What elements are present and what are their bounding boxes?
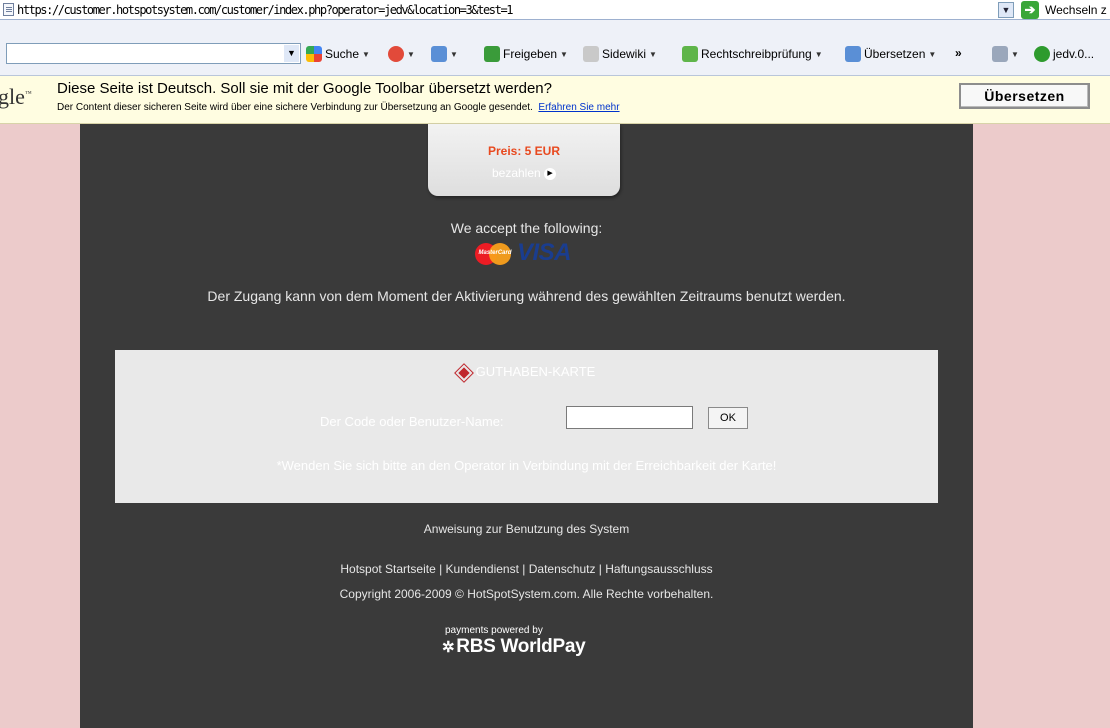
learn-more-link[interactable]: Erfahren Sie mehr bbox=[538, 102, 619, 113]
accept-text: We accept the following: bbox=[450, 220, 603, 236]
account-status-icon bbox=[1034, 46, 1050, 62]
toolbar-account-label: jedv.0... bbox=[1053, 47, 1095, 61]
toolbar-search-input[interactable]: ▼ bbox=[6, 43, 301, 64]
translate-button[interactable]: Übersetzen bbox=[959, 83, 1090, 109]
toolbar-search-button[interactable]: Suche ▼ bbox=[306, 46, 370, 62]
chevron-down-icon: ▼ bbox=[649, 49, 657, 59]
rbs-mark-icon: ✲ bbox=[442, 639, 455, 656]
chevron-down-icon: ▼ bbox=[407, 49, 415, 59]
toolbar-share-label: Freigeben bbox=[503, 47, 558, 61]
toolbar-sidewiki-button[interactable]: Sidewiki ▼ bbox=[583, 46, 657, 62]
visa-logo: VISA bbox=[517, 239, 572, 266]
address-bar: https://customer.hotspotsystem.com/custo… bbox=[0, 0, 1110, 20]
toolbar-account-button[interactable]: jedv.0... bbox=[1034, 46, 1094, 62]
chevron-down-icon: ▼ bbox=[814, 49, 823, 59]
content-panel: Preis: 5 EUR bezahlen ▶ We accept the fo… bbox=[80, 124, 973, 728]
url-dropdown-button[interactable]: ▼ bbox=[998, 2, 1014, 18]
card-logos: MasterCard VISA bbox=[475, 239, 585, 266]
footer-link-disclaimer[interactable]: Haftungsausschluss bbox=[605, 562, 712, 576]
card-diamond-icon bbox=[455, 364, 473, 382]
go-button-label[interactable]: Wechseln z bbox=[1045, 3, 1107, 17]
chevron-down-icon: ▼ bbox=[362, 49, 370, 59]
credit-card-box: GUTHABEN-KARTE Der Code oder Benutzer-Na… bbox=[115, 350, 938, 503]
go-arrow-icon[interactable]: ➔ bbox=[1021, 1, 1039, 19]
code-label: Der Code oder Benutzer-Name: bbox=[320, 414, 504, 429]
usage-text: Der Zugang kann von dem Moment der Aktiv… bbox=[207, 288, 846, 304]
google-logo: gle™ bbox=[0, 84, 32, 109]
footer-link-privacy[interactable]: Datenschutz bbox=[529, 562, 596, 576]
footer-link-home[interactable]: Hotspot Startseite bbox=[340, 562, 435, 576]
toolbar-translate-button[interactable]: Übersetzen ▼ bbox=[845, 46, 936, 62]
pay-button[interactable]: bezahlen ▶ bbox=[428, 166, 620, 180]
toolbar-more-button[interactable]: » bbox=[955, 46, 962, 60]
copyright-text: Copyright 2006-2009 © HotSpotSystem.com.… bbox=[339, 587, 714, 601]
play-arrow-icon: ▶ bbox=[544, 167, 557, 180]
code-input[interactable] bbox=[566, 406, 693, 429]
toolbar-more-label: » bbox=[955, 46, 962, 60]
google-search-icon bbox=[306, 46, 322, 62]
toolbar-plus-button[interactable]: ▼ bbox=[431, 46, 458, 62]
worldpay-logo: payments powered by ✲ RBS WorldPay bbox=[442, 625, 612, 659]
spellcheck-icon bbox=[682, 46, 698, 62]
toolbar-search-label: Suche bbox=[325, 47, 360, 61]
ok-button[interactable]: OK bbox=[708, 407, 748, 429]
chevron-down-icon: ▼ bbox=[560, 49, 568, 59]
toolbar-sidewiki-label: Sidewiki bbox=[602, 47, 647, 61]
chevron-down-icon: ▼ bbox=[928, 49, 937, 59]
bookmark-icon bbox=[388, 46, 404, 62]
toolbar-spellcheck-label: Rechtschreibprüfung bbox=[701, 47, 812, 61]
card-heading: GUTHABEN-KARTE bbox=[115, 364, 938, 382]
search-dropdown-button[interactable]: ▼ bbox=[284, 45, 299, 62]
toolbar-settings-button[interactable]: ▼ bbox=[992, 46, 1019, 62]
page-icon bbox=[3, 3, 14, 16]
wrench-icon bbox=[992, 46, 1008, 62]
share-icon bbox=[484, 46, 500, 62]
translate-icon bbox=[845, 46, 861, 62]
chevron-down-icon: ▼ bbox=[1011, 49, 1019, 59]
translate-bar: gle™ Diese Seite ist Deutsch. Soll sie m… bbox=[0, 76, 1110, 124]
footer-link-support[interactable]: Kundendienst bbox=[446, 562, 519, 576]
plus-icon bbox=[431, 46, 447, 62]
toolbar-bookmark-button[interactable]: ▼ bbox=[388, 46, 415, 62]
url-field[interactable]: https://customer.hotspotsystem.com/custo… bbox=[17, 3, 513, 17]
footer-links: Hotspot Startseite | Kundendienst | Date… bbox=[340, 562, 713, 576]
chevron-down-icon: ▼ bbox=[450, 49, 458, 59]
powered-by-text: payments powered by bbox=[445, 625, 543, 636]
translate-sub-message: Der Content dieser sicheren Seite wird ü… bbox=[57, 102, 620, 113]
price-label: Preis: 5 EUR bbox=[487, 144, 561, 158]
price-box[interactable]: Preis: 5 EUR bezahlen ▶ bbox=[428, 124, 620, 196]
sidewiki-icon bbox=[583, 46, 599, 62]
toolbar-share-button[interactable]: Freigeben ▼ bbox=[484, 46, 568, 62]
toolbar-spellcheck-button[interactable]: Rechtschreibprüfung ▼ bbox=[682, 46, 823, 62]
instructions-link[interactable]: Anweisung zur Benutzung des System bbox=[80, 522, 973, 536]
worldpay-text: RBS WorldPay bbox=[456, 636, 586, 657]
translate-message: Diese Seite ist Deutsch. Soll sie mit de… bbox=[57, 80, 552, 97]
toolbar-translate-label: Übersetzen bbox=[864, 47, 926, 61]
operator-note: *Wenden Sie sich bitte an den Operator i… bbox=[276, 458, 777, 473]
